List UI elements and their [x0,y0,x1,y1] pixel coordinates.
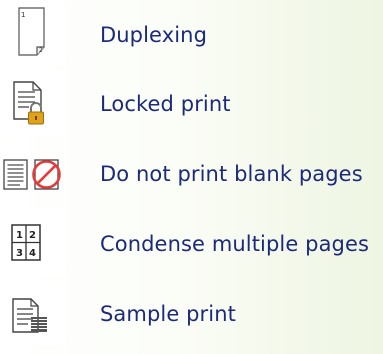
feature-label: Condense multiple pages [100,232,370,256]
svg-text:4: 4 [29,248,36,259]
four-up-pages-icon: 1 2 3 4 [0,209,70,279]
duplex-page-icon: 1 2 [0,0,70,70]
feature-row-locked-print: Locked print [0,69,383,139]
feature-label: Locked print [100,92,231,116]
svg-text:2: 2 [39,47,43,54]
sample-print-stack-icon [0,279,70,349]
svg-text:1: 1 [16,230,23,241]
feature-label: Sample print [100,302,236,326]
feature-label: Do not print blank pages [100,162,363,186]
print-features-list: 1 2 Duplexing Locked print Do not print … [0,0,383,354]
feature-row-duplexing: 1 2 Duplexing [0,0,383,70]
svg-text:3: 3 [16,248,23,259]
no-blank-pages-icon [0,139,70,209]
feature-row-condense-pages: 1 2 3 4 Condense multiple pages [0,209,383,279]
feature-row-sample-print: Sample print [0,279,383,349]
svg-text:2: 2 [29,230,36,241]
svg-text:1: 1 [21,11,25,19]
feature-row-no-blank-pages: Do not print blank pages [0,139,383,209]
locked-document-icon [0,69,70,139]
feature-label: Duplexing [100,23,207,47]
